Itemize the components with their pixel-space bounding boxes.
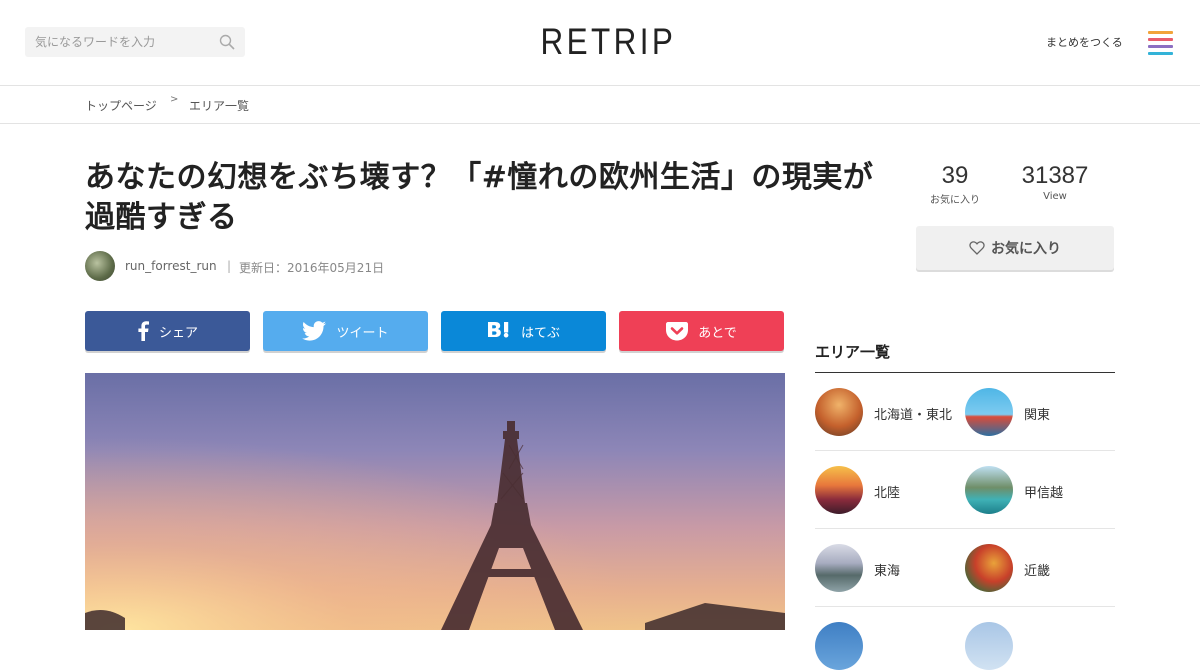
area-row-divider	[815, 528, 1115, 529]
site-header: RETRIP まとめをつくる	[0, 0, 1200, 86]
area-thumbnail	[815, 622, 863, 670]
facebook-share-button[interactable]: シェア	[85, 311, 250, 351]
area-thumbnail	[965, 544, 1013, 592]
area-name: 甲信越	[1024, 486, 1064, 501]
favorites-label: お気に入り	[930, 195, 980, 206]
breadcrumb-area-list[interactable]: エリア一覧	[189, 97, 249, 114]
area-item-hokkaido-tohoku[interactable]: 北海道・東北	[815, 388, 965, 436]
heart-icon	[969, 241, 985, 255]
area-list-divider	[815, 372, 1115, 373]
hero-image-eiffel-tower	[85, 373, 785, 630]
area-name: 北陸	[874, 486, 901, 501]
area-item-kinki[interactable]: 近畿	[965, 544, 1115, 592]
views-stat: 31387 View	[1020, 162, 1090, 202]
site-logo[interactable]: RETRIP	[541, 22, 673, 62]
area-thumbnail	[965, 466, 1013, 514]
area-thumbnail	[965, 622, 1013, 670]
favorites-count: 39	[941, 162, 969, 189]
author-name[interactable]: run_forrest_run	[125, 259, 217, 273]
favorites-stat: 39 お気に入り	[929, 162, 981, 206]
search-box	[25, 27, 245, 57]
breadcrumb-separator: >	[170, 94, 179, 105]
author-avatar[interactable]	[85, 251, 115, 281]
hamburger-menu-icon[interactable]	[1148, 31, 1173, 55]
facebook-share-label: シェア	[158, 325, 198, 341]
twitter-share-button[interactable]: ツイート	[263, 311, 428, 351]
twitter-icon	[302, 321, 327, 341]
area-item-hokuriku[interactable]: 北陸	[815, 466, 965, 514]
hatena-bookmark-label: はてぶ	[520, 325, 560, 341]
search-icon[interactable]	[219, 34, 235, 50]
area-item-next-partial[interactable]	[815, 622, 965, 670]
add-favorite-label: お気に入り	[991, 241, 1061, 257]
area-name: 関東	[1024, 408, 1051, 423]
hatena-bookmark-button[interactable]: はてぶ	[441, 311, 606, 351]
area-thumbnail	[815, 466, 863, 514]
create-summary-link[interactable]: まとめをつくる	[1046, 34, 1123, 50]
meta-separator: |	[227, 259, 232, 273]
menu-bar-3	[1148, 45, 1173, 48]
menu-bar-4	[1148, 52, 1173, 55]
article-title: あなたの幻想をぶち壊す？「#憧れの欧州生活」の現実が過酷すぎる	[85, 160, 874, 235]
eiffel-tower-illustration	[85, 373, 785, 630]
area-item-next-partial[interactable]	[965, 622, 1115, 670]
area-list-heading: エリア一覧	[815, 343, 891, 361]
updated-date: 更新日：2016年05月21日	[239, 261, 385, 275]
area-thumbnail	[815, 544, 863, 592]
search-input[interactable]	[25, 27, 215, 57]
menu-bar-1	[1148, 31, 1173, 34]
area-item-kanto[interactable]: 関東	[965, 388, 1115, 436]
pocket-icon	[666, 321, 689, 341]
pocket-save-label: あとで	[698, 325, 737, 341]
area-row-divider	[815, 450, 1115, 451]
area-name: 近畿	[1024, 564, 1051, 579]
twitter-share-label: ツイート	[336, 325, 389, 341]
area-thumbnail	[965, 388, 1013, 436]
hatena-bookmark-icon	[487, 321, 511, 341]
area-item-tokai[interactable]: 東海	[815, 544, 965, 592]
facebook-icon	[137, 321, 149, 341]
area-thumbnail	[815, 388, 863, 436]
breadcrumb: トップページ > エリア一覧	[0, 86, 1200, 124]
area-item-koshinetsu[interactable]: 甲信越	[965, 466, 1115, 514]
area-row-divider	[815, 606, 1115, 607]
area-name: 北海道・東北	[874, 408, 953, 423]
views-count: 31387	[1021, 162, 1089, 189]
pocket-save-button[interactable]: あとで	[619, 311, 784, 351]
views-label: View	[1043, 191, 1067, 202]
menu-bar-2	[1148, 38, 1173, 41]
breadcrumb-top-page[interactable]: トップページ	[85, 97, 157, 114]
add-favorite-button[interactable]: お気に入り	[916, 226, 1114, 270]
area-name: 東海	[874, 564, 901, 579]
